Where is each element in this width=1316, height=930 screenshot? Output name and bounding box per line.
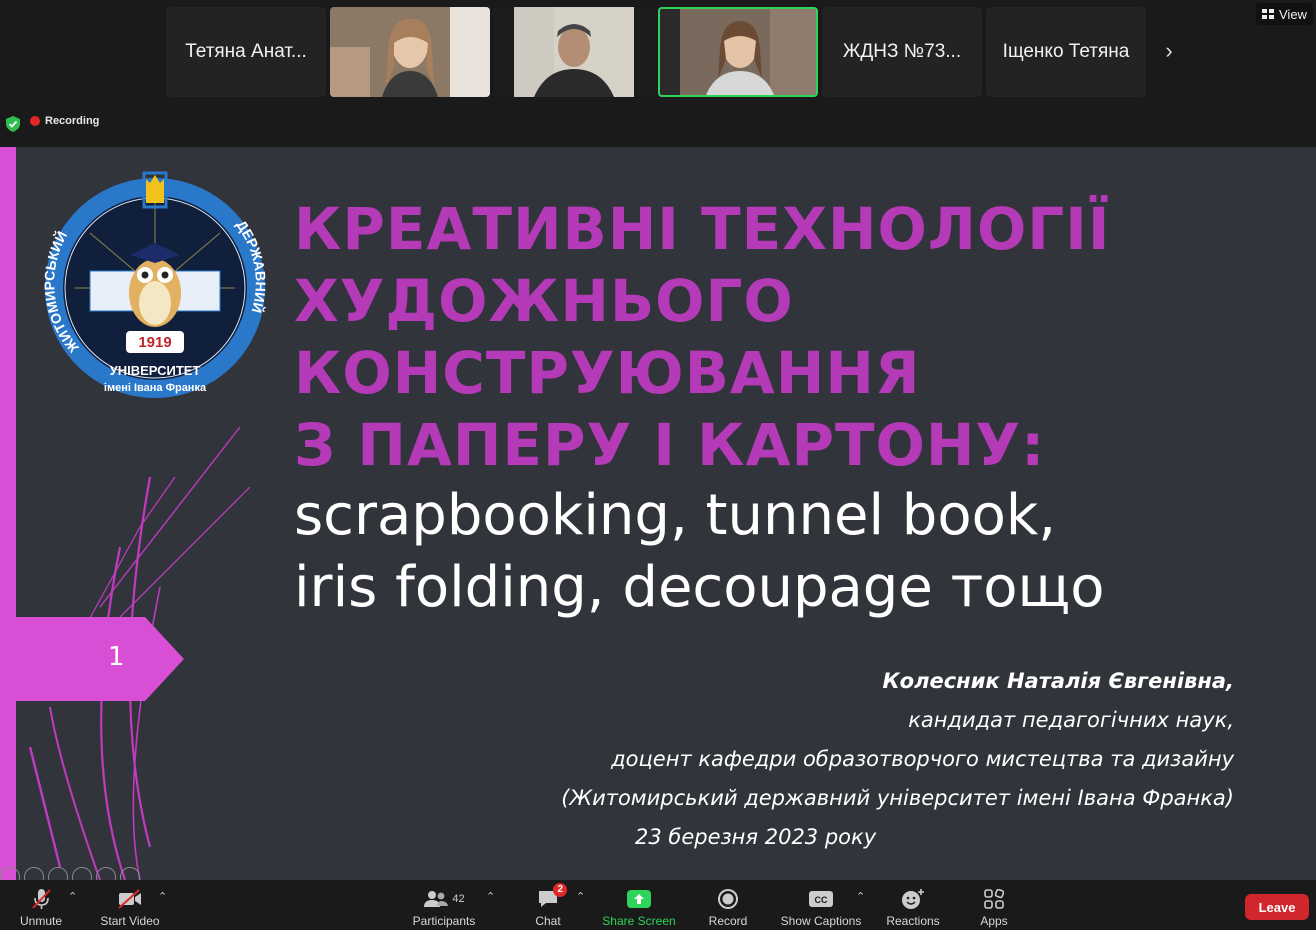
pen-icon[interactable]: [48, 867, 68, 880]
participant-tile[interactable]: ЖДНЗ №73...: [822, 7, 982, 97]
slide-subtitle-line: scrapbooking, tunnel book,: [294, 483, 1057, 548]
share-screen-button[interactable]: Share Screen: [598, 884, 680, 928]
participant-video: [494, 7, 654, 97]
gallery-strip: Тетяна Анат... ЖДНЗ №73... Іщенко Тетяна…: [0, 0, 1316, 147]
record-icon: [718, 889, 738, 909]
slide-title-line: КРЕАТИВНІ ТЕХНОЛОГІЇ: [294, 195, 1111, 263]
camera-off-icon: [118, 889, 141, 909]
logo-ring-bottom2: імені Івана Франка: [104, 382, 207, 394]
record-label: Record: [708, 914, 748, 928]
slide-number: 1: [108, 642, 125, 672]
participant-tile[interactable]: Тетяна Анат...: [166, 7, 326, 97]
participant-name: Тетяна Анат...: [185, 41, 307, 62]
slide-title-line: З ПАПЕРУ І КАРТОНУ:: [294, 411, 1046, 479]
slide-subtitle-line: iris folding, decoupage тощо: [294, 555, 1105, 620]
participants-icon: [424, 891, 449, 907]
apps-icon: [984, 889, 1004, 909]
participants-label: Participants: [412, 914, 476, 928]
prev-slide-icon[interactable]: [0, 867, 20, 880]
svg-text:CC: CC: [815, 895, 828, 905]
chat-button[interactable]: 2 Chat: [530, 883, 567, 928]
show-captions-button[interactable]: CC Show Captions: [776, 884, 866, 928]
author-line: кандидат педагогічних наук,: [908, 708, 1234, 732]
reactions-label: Reactions: [886, 914, 940, 928]
unmute-label: Unmute: [19, 914, 63, 928]
record-dot-icon: [30, 116, 40, 126]
video-options-caret[interactable]: ⌃: [158, 890, 167, 903]
reactions-icon: [902, 889, 924, 909]
university-logo: 1919 ЖИТОМИРСЬКИЙ ДЕРЖАВНИЙ УНІВЕРСИТЕТ …: [41, 171, 269, 398]
grid-view-icon[interactable]: [72, 867, 92, 880]
record-button[interactable]: Record: [704, 884, 752, 928]
participant-tile[interactable]: Іщенко Тетяна: [986, 7, 1146, 97]
author-line: доцент кафедри образотворчого мистецтва …: [611, 747, 1234, 771]
logo-ring-bottom: УНІВЕРСИТЕТ: [110, 363, 201, 378]
participant-video-tile[interactable]: [330, 7, 490, 97]
participant-video-tile[interactable]: [494, 7, 654, 97]
chat-label: Chat: [535, 914, 561, 928]
captions-icon: CC: [809, 891, 833, 907]
apps-button[interactable]: Apps: [974, 884, 1014, 928]
shared-slide: 1919 ЖИТОМИРСЬКИЙ ДЕРЖАВНИЙ УНІВЕРСИТЕТ …: [0, 147, 1316, 880]
reactions-button[interactable]: Reactions: [882, 884, 944, 928]
start-video-button[interactable]: Start Video: [96, 884, 164, 928]
chevron-right-icon[interactable]: ›: [1157, 36, 1181, 66]
view-button[interactable]: View: [1256, 3, 1313, 25]
next-slide-icon[interactable]: [24, 867, 44, 880]
zoom-icon[interactable]: [96, 867, 116, 880]
view-label: View: [1279, 6, 1307, 22]
participants-options-caret[interactable]: ⌃: [486, 890, 495, 903]
chat-options-caret[interactable]: ⌃: [576, 890, 585, 903]
chat-badge: 2: [553, 883, 567, 897]
recording-indicator[interactable]: Recording: [30, 115, 99, 127]
logo-year: 1919: [138, 334, 171, 351]
start-video-label: Start Video: [100, 914, 160, 928]
participant-video-tile-active[interactable]: [658, 7, 818, 97]
slide-nav-controls[interactable]: [0, 867, 140, 880]
participant-video: [660, 9, 816, 95]
more-options-icon[interactable]: [120, 867, 140, 880]
participants-button[interactable]: 42 Participants: [408, 884, 480, 928]
audio-options-caret[interactable]: ⌃: [68, 890, 77, 903]
presentation-date: 23 березня 2023 року: [635, 825, 877, 849]
slide-title-line: КОНСТРУЮВАННЯ: [294, 339, 921, 407]
captions-options-caret[interactable]: ⌃: [856, 890, 865, 903]
apps-label: Apps: [980, 914, 1008, 928]
shield-check-icon[interactable]: [6, 116, 20, 132]
participant-name: Іщенко Тетяна: [1002, 41, 1130, 62]
author-line: (Житомирський державний університет імен…: [561, 786, 1234, 810]
participant-name: ЖДНЗ №73...: [842, 41, 962, 62]
recording-label: Recording: [45, 115, 100, 127]
unmute-button[interactable]: Unmute: [14, 884, 68, 928]
grid-icon: [1262, 9, 1274, 19]
participant-video: [330, 7, 490, 97]
meeting-toolbar: Unmute ⌃ Start Video ⌃ 42 Participants ⌃: [0, 880, 1316, 930]
leave-button[interactable]: Leave: [1245, 894, 1309, 920]
slide-number-shape: [0, 617, 184, 701]
share-screen-label: Share Screen: [602, 914, 676, 928]
microphone-muted-icon: [32, 889, 51, 909]
author-name: Колесник Наталія Євгенівна,: [882, 669, 1234, 693]
share-screen-icon: [627, 890, 651, 908]
participants-count: 42: [452, 893, 465, 905]
show-captions-label: Show Captions: [780, 914, 862, 928]
slide-title-line: ХУДОЖНЬОГО: [294, 267, 794, 335]
